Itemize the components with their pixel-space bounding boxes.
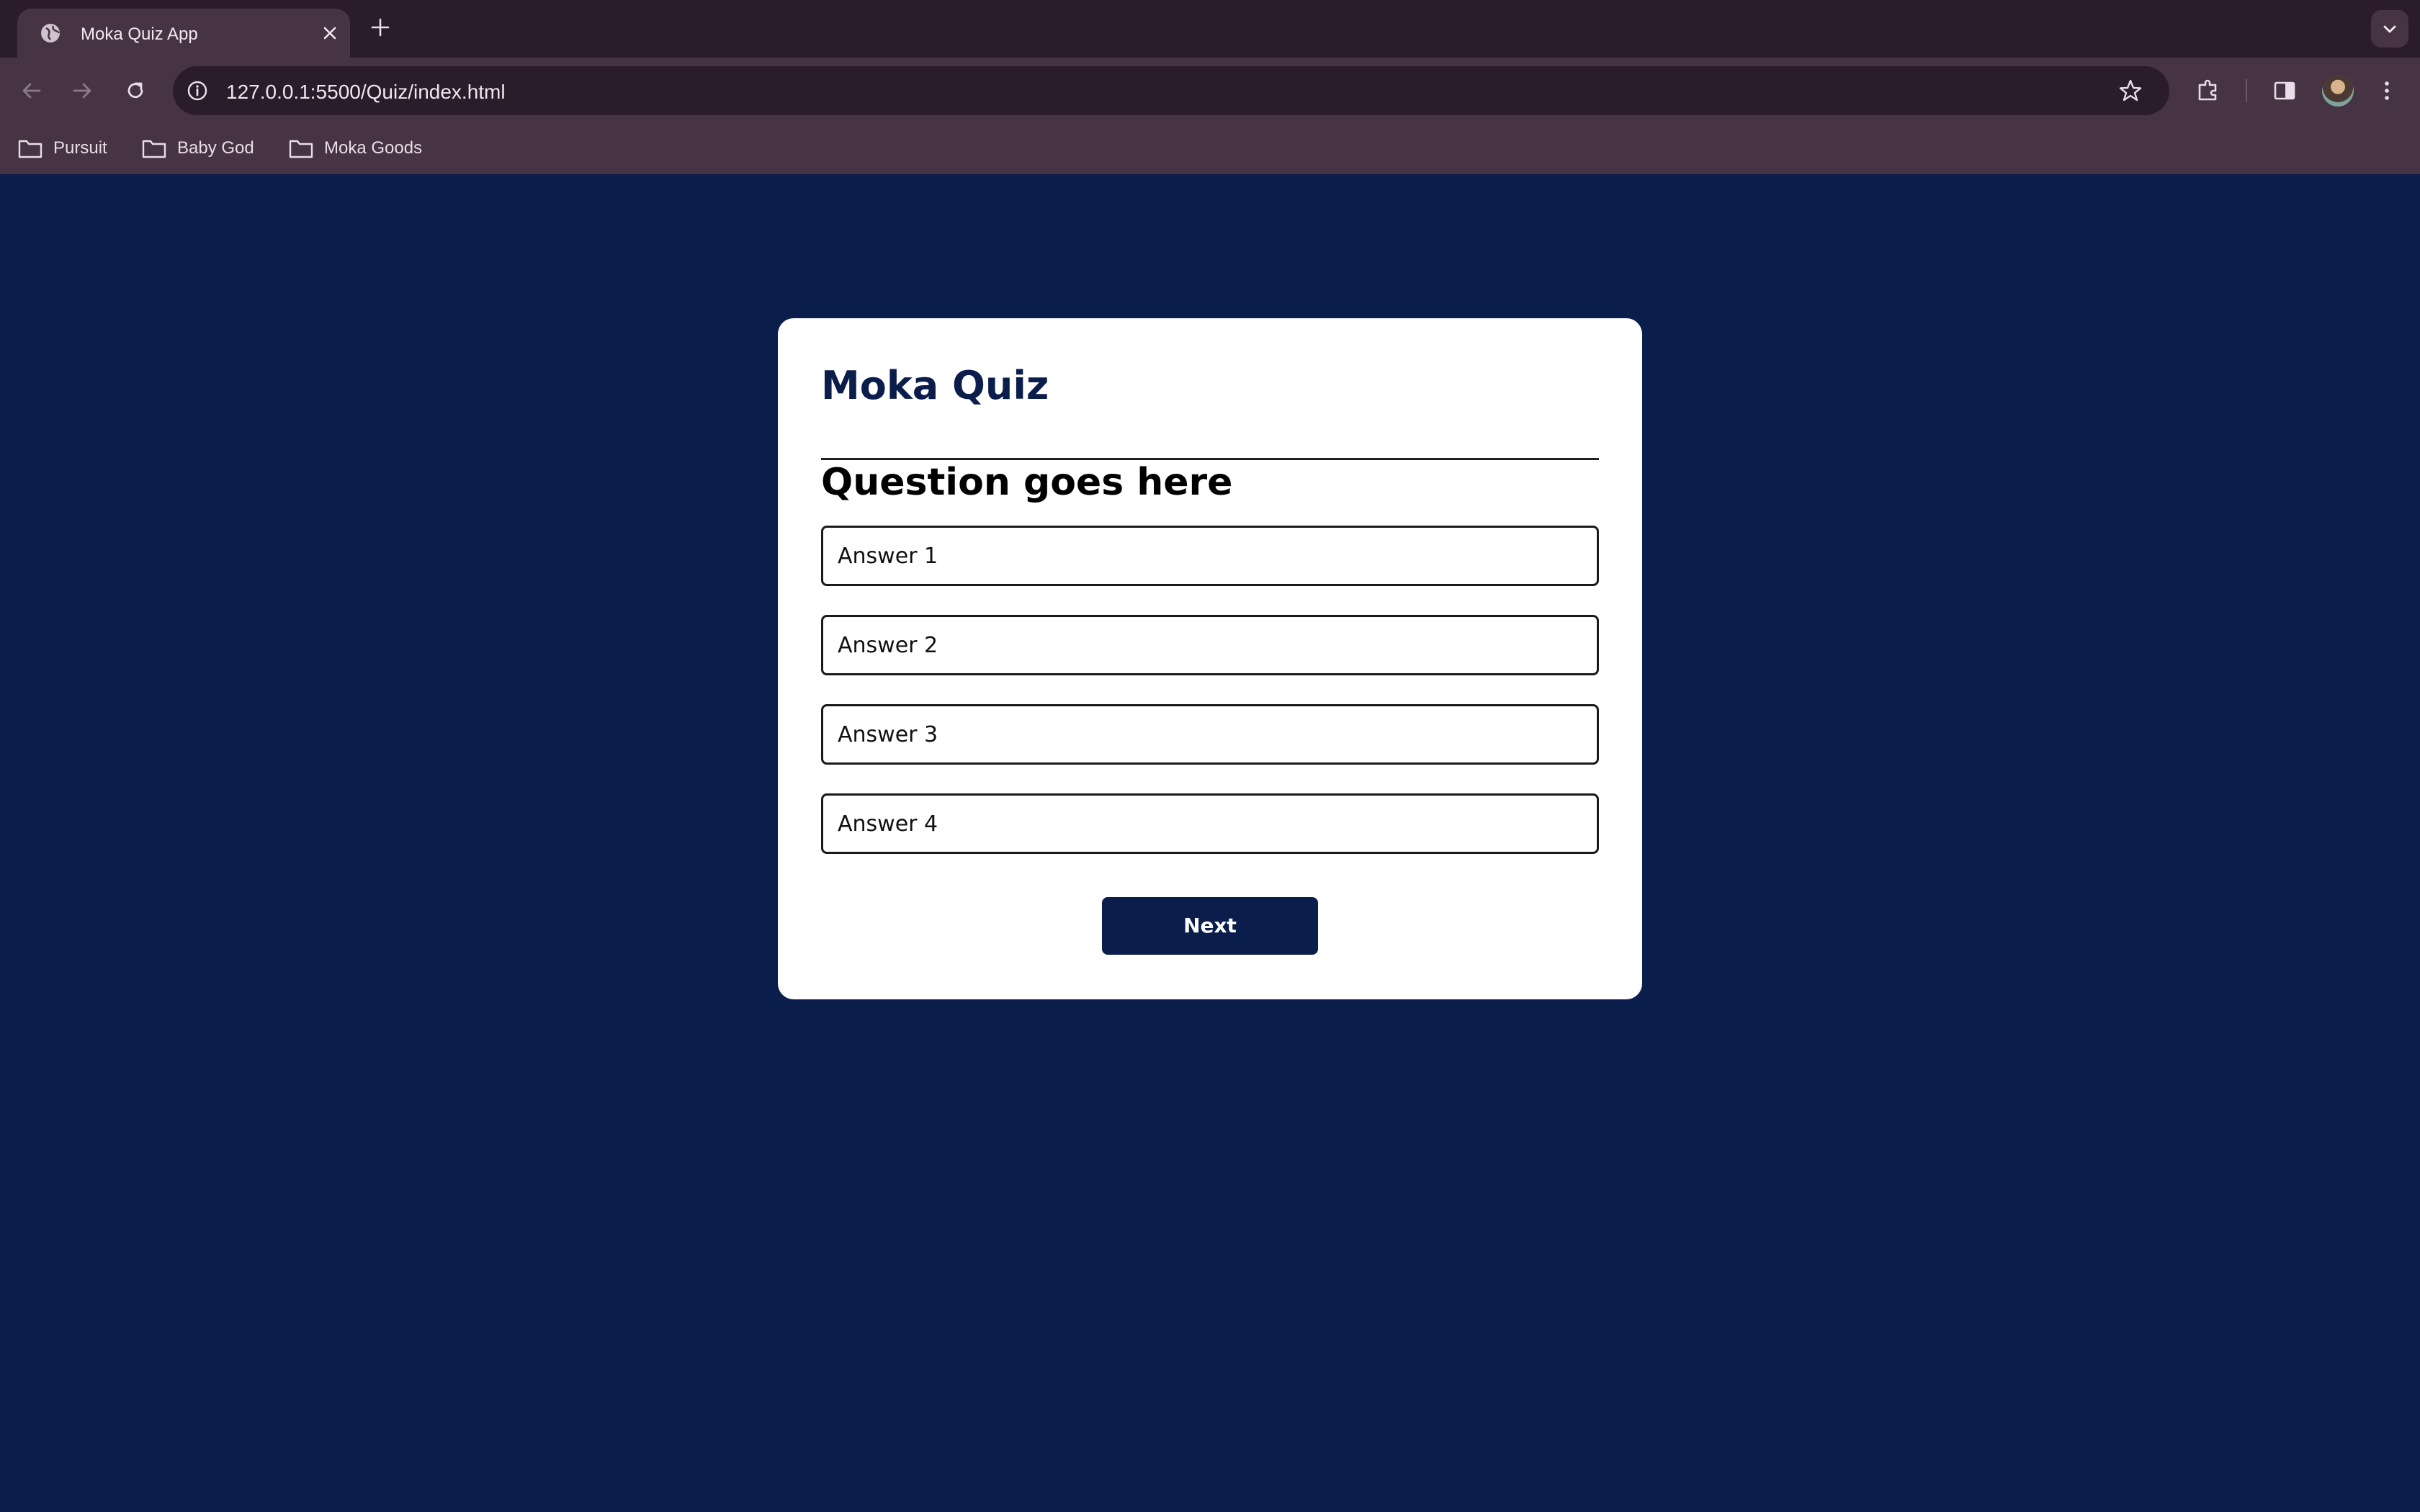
url-text: 127.0.0.1:5500/Quiz/index.html — [226, 81, 506, 103]
question-text: Question goes here — [821, 461, 1233, 504]
browser-toolbar: 127.0.0.1:5500/Quiz/index.html — [0, 58, 2420, 124]
bookmark-star-icon[interactable] — [2118, 78, 2143, 104]
answer-button-3[interactable]: Answer 3 — [821, 704, 1599, 765]
back-arrow-icon[interactable] — [19, 78, 45, 104]
bookmarks-bar: Pursuit Baby God Moka Goods — [0, 124, 2420, 174]
bookmark-moka-goods[interactable]: Moka Goods — [288, 132, 422, 164]
reload-icon[interactable] — [122, 78, 148, 104]
bookmark-baby-god[interactable]: Baby God — [141, 132, 254, 164]
address-bar[interactable]: 127.0.0.1:5500/Quiz/index.html — [173, 66, 2169, 115]
site-info-icon[interactable] — [186, 79, 209, 102]
more-menu-icon[interactable] — [2372, 76, 2401, 105]
chevron-down-icon — [2383, 25, 2396, 33]
profile-avatar[interactable] — [2322, 75, 2354, 107]
folder-icon — [18, 140, 42, 158]
globe-icon — [41, 24, 60, 42]
side-panel-icon[interactable] — [2270, 76, 2299, 105]
answer-label: Answer 2 — [838, 633, 938, 658]
folder-icon — [289, 140, 313, 158]
app-title: Moka Quiz — [821, 363, 1049, 408]
quiz-card: Moka Quiz Question goes here Answer 1 An… — [778, 318, 1642, 999]
tab-search-button[interactable] — [2371, 10, 2408, 48]
bookmark-label: Moka Goods — [324, 138, 423, 158]
tab-title: Moka Quiz App — [81, 24, 198, 44]
answer-label: Answer 3 — [838, 722, 938, 747]
new-tab-plus-icon[interactable] — [369, 16, 392, 39]
bookmark-pursuit[interactable]: Pursuit — [17, 132, 107, 164]
folder-icon — [142, 140, 166, 158]
next-button-label: Next — [1183, 914, 1237, 937]
next-button[interactable]: Next — [1102, 897, 1318, 955]
browser-tab[interactable]: Moka Quiz App — [17, 9, 350, 58]
answer-button-1[interactable]: Answer 1 — [821, 526, 1599, 586]
forward-arrow-icon[interactable] — [69, 78, 95, 104]
toolbar-separator — [2246, 79, 2247, 102]
answer-button-4[interactable]: Answer 4 — [821, 793, 1599, 854]
title-divider — [821, 458, 1599, 460]
bookmark-label: Baby God — [177, 138, 254, 158]
answer-label: Answer 1 — [838, 544, 938, 569]
answer-label: Answer 4 — [838, 811, 938, 837]
tab-strip: Moka Quiz App — [0, 0, 2420, 58]
answer-button-2[interactable]: Answer 2 — [821, 615, 1599, 675]
extensions-puzzle-icon[interactable] — [2194, 76, 2223, 105]
close-icon[interactable] — [320, 23, 340, 43]
bookmark-label: Pursuit — [53, 138, 107, 158]
